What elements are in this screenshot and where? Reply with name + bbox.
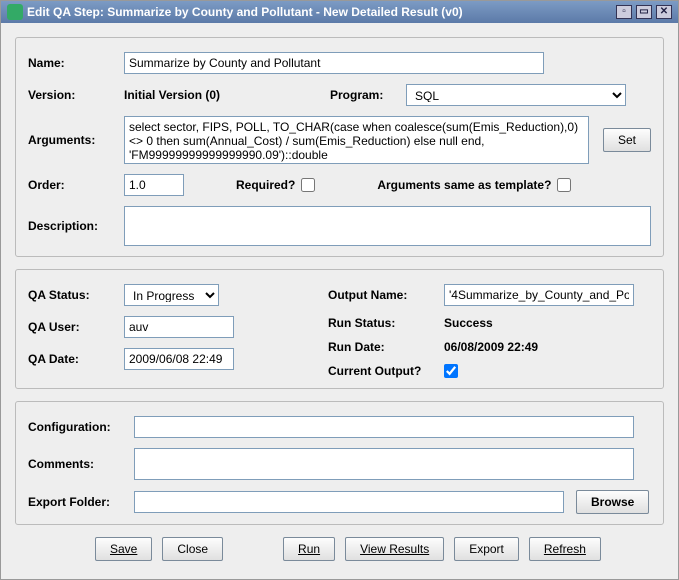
comments-label: Comments: bbox=[28, 457, 128, 471]
qa-status-select[interactable]: In Progress bbox=[124, 284, 219, 306]
version-label: Version: bbox=[28, 88, 118, 102]
export-label: Export Folder: bbox=[28, 495, 128, 509]
section-config: Configuration: Comments: Export Folder: … bbox=[15, 401, 664, 525]
section-qa-status: QA Status: In Progress QA User: QA Date: bbox=[15, 269, 664, 389]
titlebar: Edit QA Step: Summarize by County and Po… bbox=[1, 1, 678, 23]
comments-field[interactable] bbox=[134, 448, 634, 480]
arguments-field[interactable]: select sector, FIPS, POLL, TO_CHAR(case … bbox=[124, 116, 589, 164]
minimize-icon[interactable]: ▫ bbox=[616, 5, 632, 19]
run-status-label: Run Status: bbox=[328, 316, 438, 330]
order-field[interactable] bbox=[124, 174, 184, 196]
version-value: Initial Version (0) bbox=[124, 88, 324, 102]
args-template-checkbox[interactable] bbox=[557, 178, 571, 192]
arguments-label: Arguments: bbox=[28, 133, 118, 147]
run-status-value: Success bbox=[444, 316, 493, 330]
maximize-icon[interactable]: ▭ bbox=[636, 5, 652, 19]
description-label: Description: bbox=[28, 219, 118, 233]
required-checkbox[interactable] bbox=[301, 178, 315, 192]
qa-user-label: QA User: bbox=[28, 320, 118, 334]
required-label: Required? bbox=[236, 178, 295, 192]
content-area: Name: Version: Initial Version (0) Progr… bbox=[1, 23, 678, 531]
config-label: Configuration: bbox=[28, 420, 128, 434]
button-bar: Save Close Run View Results Export Refre… bbox=[1, 531, 678, 567]
program-select[interactable]: SQL bbox=[406, 84, 626, 106]
dialog-window: Edit QA Step: Summarize by County and Po… bbox=[0, 0, 679, 580]
description-field[interactable] bbox=[124, 206, 651, 246]
refresh-button[interactable]: Refresh bbox=[529, 537, 601, 561]
close-icon[interactable]: ✕ bbox=[656, 5, 672, 19]
app-icon bbox=[7, 4, 23, 20]
save-button[interactable]: Save bbox=[95, 537, 152, 561]
qa-date-label: QA Date: bbox=[28, 352, 118, 366]
args-template-label: Arguments same as template? bbox=[377, 178, 551, 192]
order-label: Order: bbox=[28, 178, 118, 192]
run-date-value: 06/08/2009 22:49 bbox=[444, 340, 538, 354]
config-field[interactable] bbox=[134, 416, 634, 438]
window-title: Edit QA Step: Summarize by County and Po… bbox=[27, 5, 612, 19]
run-button[interactable]: Run bbox=[283, 537, 335, 561]
qa-status-label: QA Status: bbox=[28, 288, 118, 302]
current-output-checkbox[interactable] bbox=[444, 364, 458, 378]
qa-user-field[interactable] bbox=[124, 316, 234, 338]
name-field[interactable] bbox=[124, 52, 544, 74]
view-results-button[interactable]: View Results bbox=[345, 537, 444, 561]
output-name-label: Output Name: bbox=[328, 288, 438, 302]
name-label: Name: bbox=[28, 56, 118, 70]
program-label: Program: bbox=[330, 88, 400, 102]
section-definition: Name: Version: Initial Version (0) Progr… bbox=[15, 37, 664, 257]
close-button[interactable]: Close bbox=[162, 537, 223, 561]
current-output-label: Current Output? bbox=[328, 364, 438, 378]
browse-button[interactable]: Browse bbox=[576, 490, 649, 514]
run-date-label: Run Date: bbox=[328, 340, 438, 354]
set-button[interactable]: Set bbox=[603, 128, 651, 152]
export-button[interactable]: Export bbox=[454, 537, 519, 561]
export-folder-field[interactable] bbox=[134, 491, 564, 513]
output-name-field[interactable] bbox=[444, 284, 634, 306]
qa-date-field[interactable] bbox=[124, 348, 234, 370]
